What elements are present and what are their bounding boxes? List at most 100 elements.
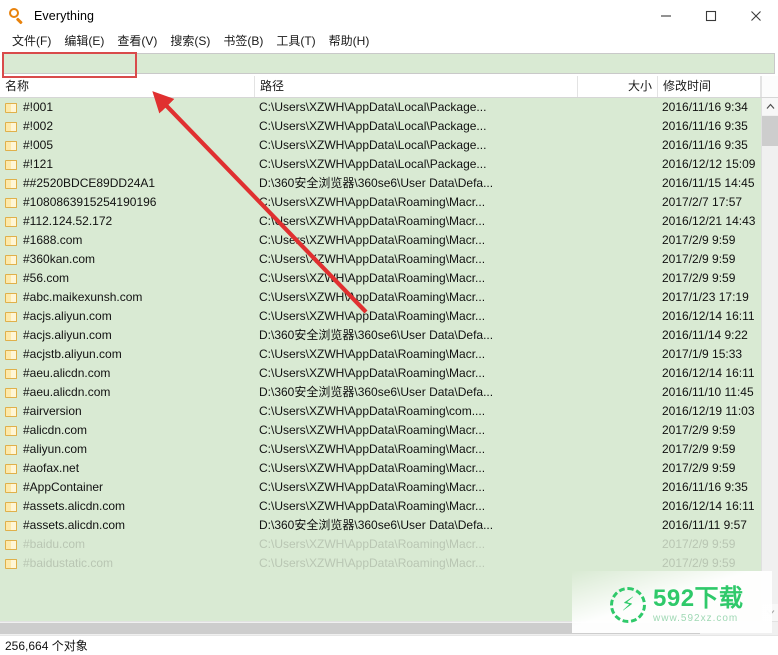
table-row[interactable]: #1080863915254190196 C:\Users\XZWH\AppDat… <box>0 193 761 212</box>
file-name-label: #aeu.alicdn.com <box>23 385 111 399</box>
cell-name: #acjs.aliyun.com <box>0 307 255 326</box>
file-name-label: #airversion <box>23 404 82 418</box>
cell-name: #alicdn.com <box>0 421 255 440</box>
cell-date-modified: 2016/11/16 9:35 <box>662 119 748 133</box>
table-row[interactable]: #!002 C:\Users\XZWH\AppData\Local\Package… <box>0 117 761 136</box>
folder-icon <box>5 292 18 304</box>
cell-name: #aofax.net <box>0 459 255 478</box>
cell-name: #1080863915254190196 <box>0 193 255 212</box>
folder-icon <box>5 330 18 342</box>
table-row[interactable]: #acjs.aliyun.com D:\360安全浏览器\360se6\User … <box>0 326 761 345</box>
file-name-label: #1080863915254190196 <box>23 195 157 209</box>
cell-name: #aeu.alicdn.com <box>0 383 255 402</box>
table-row[interactable]: #1688.com C:\Users\XZWH\AppData\Roaming\M… <box>0 231 761 250</box>
table-row[interactable]: #aofax.net C:\Users\XZWH\AppData\Roaming\… <box>0 459 761 478</box>
cell-name: #1688.com <box>0 231 255 250</box>
cell-path: D:\360安全浏览器\360se6\User Data\Defa... <box>259 328 494 342</box>
folder-icon <box>5 463 18 475</box>
horizontal-scrollbar-thumb[interactable] <box>0 623 700 634</box>
menu-item-tools[interactable]: 工具(T) <box>270 32 322 50</box>
cell-date-modified: 2017/2/9 9:59 <box>662 442 736 456</box>
cell-name: ##2520BDCE89DD24A1 <box>0 174 255 193</box>
table-row[interactable]: #!005 C:\Users\XZWH\AppData\Local\Package… <box>0 136 761 155</box>
cell-path: C:\Users\XZWH\AppData\Local\Package... <box>259 119 487 133</box>
column-header-name[interactable]: 名称 <box>0 76 255 97</box>
horizontal-scrollbar[interactable] <box>0 621 778 635</box>
scroll-down-icon[interactable] <box>762 604 778 621</box>
file-name-label: #baidustatic.com <box>23 556 114 570</box>
table-row[interactable]: #aeu.alicdn.com C:\Users\XZWH\AppData\Roa… <box>0 364 761 383</box>
search-input[interactable] <box>3 53 775 74</box>
cell-name: #!121 <box>0 155 255 174</box>
cell-date-modified: 2017/2/9 9:59 <box>662 423 736 437</box>
file-name-label: #!005 <box>23 138 54 152</box>
file-name-label: #AppContainer <box>23 480 104 494</box>
object-count-label: 256,664 个对象 <box>5 639 88 653</box>
header-spacer <box>761 76 778 97</box>
menu-item-bookmarks[interactable]: 书签(B) <box>217 32 270 50</box>
column-header-path[interactable]: 路径 <box>255 76 578 97</box>
folder-icon <box>5 482 18 494</box>
maximize-icon[interactable] <box>688 0 733 31</box>
cell-name: #!002 <box>0 117 255 136</box>
cell-date-modified: 2016/11/11 9:57 <box>662 518 747 532</box>
menu-item-view[interactable]: 查看(V) <box>111 32 164 50</box>
table-row[interactable]: #abc.maikexunsh.com C:\Users\XZWH\AppData… <box>0 288 761 307</box>
table-row[interactable]: #56.com C:\Users\XZWH\AppData\Roaming\Mac… <box>0 269 761 288</box>
cell-date-modified: 2016/12/19 11:03 <box>662 404 755 418</box>
cell-name: #aeu.alicdn.com <box>0 364 255 383</box>
table-row[interactable]: ##2520BDCE89DD24A1 D:\360安全浏览器\360se6\Use… <box>0 174 761 193</box>
cell-date-modified: 2016/11/16 9:35 <box>662 480 748 494</box>
file-name-label: ##2520BDCE89DD24A1 <box>23 176 156 190</box>
table-row[interactable]: #!001 C:\Users\XZWH\AppData\Local\Package… <box>0 98 761 117</box>
cell-date-modified: 2017/2/9 9:59 <box>662 271 736 285</box>
folder-icon <box>5 254 18 266</box>
cell-path: C:\Users\XZWH\AppData\Roaming\Macr... <box>259 423 486 437</box>
menu-item-help[interactable]: 帮助(H) <box>323 32 377 50</box>
vertical-scrollbar-thumb[interactable] <box>762 116 778 146</box>
table-row[interactable]: #!121 C:\Users\XZWH\AppData\Local\Package… <box>0 155 761 174</box>
table-row[interactable]: #acjs.aliyun.com C:\Users\XZWH\AppData\Ro… <box>0 307 761 326</box>
folder-icon <box>5 178 18 190</box>
file-name-label: #!001 <box>23 100 54 114</box>
cell-path: C:\Users\XZWH\AppData\Roaming\Macr... <box>259 461 486 475</box>
file-name-label: #!002 <box>23 119 54 133</box>
minimize-icon[interactable] <box>643 0 688 31</box>
table-row[interactable]: #acjstb.aliyun.com C:\Users\XZWH\AppData\… <box>0 345 761 364</box>
table-row[interactable]: #360kan.com C:\Users\XZWH\AppData\Roaming… <box>0 250 761 269</box>
cell-name: #AppContainer <box>0 478 255 497</box>
menu-item-search[interactable]: 搜索(S) <box>164 32 217 50</box>
close-icon[interactable] <box>733 0 778 31</box>
folder-icon <box>5 425 18 437</box>
menu-item-edit[interactable]: 编辑(E) <box>58 32 111 50</box>
table-row[interactable]: #baidu.com C:\Users\XZWH\AppData\Roaming\… <box>0 535 761 554</box>
table-row[interactable]: #airversion C:\Users\XZWH\AppData\Roaming… <box>0 402 761 421</box>
folder-icon <box>5 444 18 456</box>
vertical-scrollbar[interactable] <box>761 98 778 621</box>
table-row[interactable]: #aeu.alicdn.com D:\360安全浏览器\360se6\User D… <box>0 383 761 402</box>
table-row[interactable]: #baidustatic.com C:\Users\XZWH\AppData\Ro… <box>0 554 761 573</box>
menu-item-file[interactable]: 文件(F) <box>6 32 58 50</box>
cell-path: C:\Users\XZWH\AppData\Roaming\com.... <box>259 404 486 418</box>
cell-date-modified: 2017/2/9 9:59 <box>662 233 736 247</box>
table-row[interactable]: #112.124.52.172 C:\Users\XZWH\AppData\Roa… <box>0 212 761 231</box>
window-title: Everything <box>34 8 95 23</box>
cell-name: #baidu.com <box>0 535 255 554</box>
cell-date-modified: 2017/2/9 9:59 <box>662 461 736 475</box>
table-row[interactable]: #AppContainer C:\Users\XZWH\AppData\Roami… <box>0 478 761 497</box>
folder-icon <box>5 349 18 361</box>
cell-name: #!005 <box>0 136 255 155</box>
cell-path: C:\Users\XZWH\AppData\Roaming\Macr... <box>259 214 486 228</box>
folder-icon <box>5 235 18 247</box>
folder-icon <box>5 197 18 209</box>
table-row[interactable]: #aliyun.com C:\Users\XZWH\AppData\Roaming… <box>0 440 761 459</box>
table-row[interactable]: #assets.alicdn.com C:\Users\XZWH\AppData\… <box>0 497 761 516</box>
cell-name: #360kan.com <box>0 250 255 269</box>
scroll-up-icon[interactable] <box>762 98 778 115</box>
cell-path: C:\Users\XZWH\AppData\Roaming\Macr... <box>259 442 486 456</box>
table-row[interactable]: #assets.alicdn.com D:\360安全浏览器\360se6\Use… <box>0 516 761 535</box>
column-header-date-modified[interactable]: 修改时间 <box>658 76 761 97</box>
table-row[interactable]: #alicdn.com C:\Users\XZWH\AppData\Roaming… <box>0 421 761 440</box>
column-header-size[interactable]: 大小 <box>578 76 658 97</box>
cell-date-modified: 2016/12/14 16:11 <box>662 309 755 323</box>
